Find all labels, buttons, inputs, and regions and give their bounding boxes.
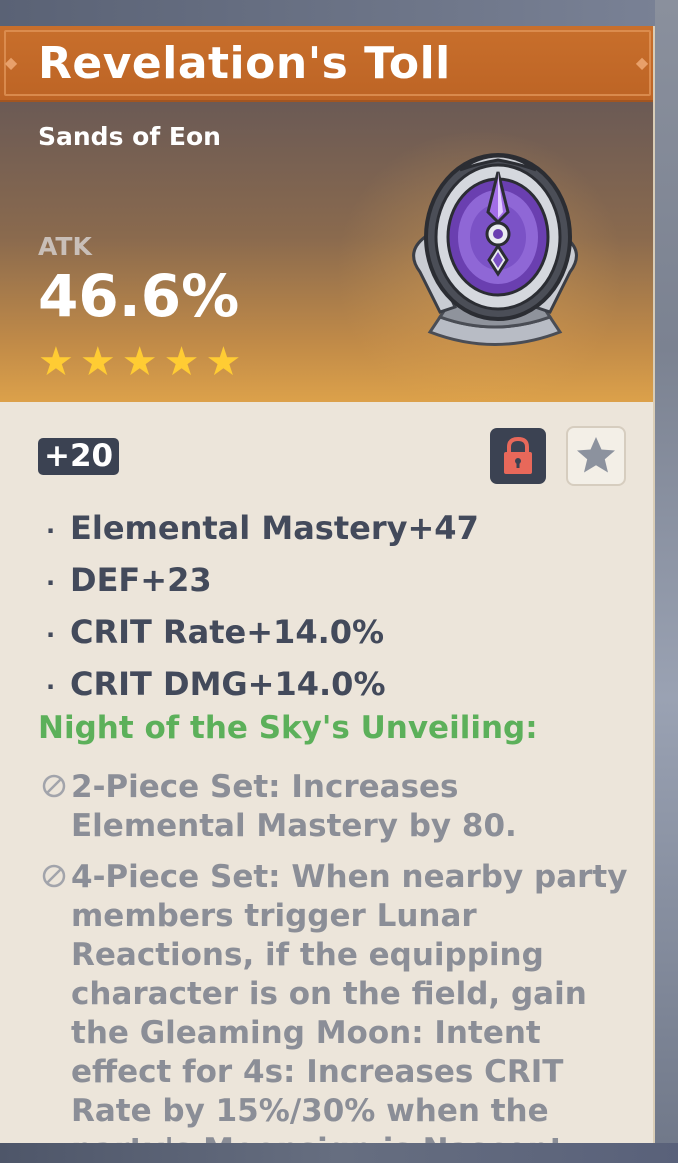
- artifact-body: +20 · Elemental Mastery+47 · DEF+23 · CRIT …: [0, 402, 653, 1143]
- substat-text: Elemental Mastery+47: [70, 509, 479, 547]
- substat-item: · DEF+23: [46, 561, 212, 599]
- star-outline-icon: [577, 437, 615, 473]
- favorite-button[interactable]: [566, 426, 626, 486]
- substat-item: · CRIT Rate+14.0%: [46, 613, 385, 651]
- background-right: [655, 0, 678, 1163]
- substat-item: · Elemental Mastery+47: [46, 509, 479, 547]
- star-icon: ★: [163, 339, 200, 385]
- artifact-name: Revelation's Toll: [38, 38, 451, 89]
- substat-text: CRIT DMG+14.0%: [70, 665, 386, 703]
- ornament-left-icon: ◆: [4, 53, 18, 72]
- main-stat-label: ATK: [38, 232, 92, 261]
- star-icon: ★: [79, 339, 116, 385]
- set-effect-4pc: 4-Piece Set: When nearby party members t…: [40, 858, 630, 1143]
- star-icon: ★: [205, 339, 242, 385]
- inactive-icon: [42, 864, 66, 888]
- star-icon: ★: [38, 339, 74, 385]
- set-effect-2pc: 2-Piece Set: Increases Elemental Mastery…: [40, 768, 630, 846]
- substat-text: CRIT Rate+14.0%: [70, 613, 385, 651]
- substat-item: · CRIT DMG+14.0%: [46, 665, 386, 703]
- rarity-stars: ★ ★ ★ ★ ★: [38, 342, 241, 382]
- hourglass-artifact-icon: [412, 153, 578, 346]
- substat-list: · Elemental Mastery+47 · DEF+23 · CRIT Rate…: [46, 502, 479, 710]
- set-name: Night of the Sky's Unveiling:: [38, 710, 538, 746]
- level-badge: +20: [38, 438, 120, 475]
- substat-text: DEF+23: [70, 561, 212, 599]
- ornament-right-icon: ◆: [635, 53, 649, 72]
- star-icon: ★: [121, 339, 158, 385]
- background-bottom: [0, 1143, 678, 1163]
- set-effect-text: 4-Piece Set: When nearby party members t…: [71, 859, 628, 1143]
- main-stat-value: 46.6%: [38, 262, 240, 330]
- artifact-detail-card: ◆ ◆ Revelation's Toll Sands of Eon ATK 4…: [0, 26, 655, 1143]
- set-effect-text: 2-Piece Set: Increases Elemental Mastery…: [71, 769, 517, 844]
- title-bar: ◆ ◆ Revelation's Toll: [0, 26, 653, 102]
- artifact-slot: Sands of Eon: [38, 122, 221, 151]
- lock-icon: [504, 436, 532, 474]
- artifact-header: Sands of Eon ATK 46.6% ★ ★ ★ ★ ★: [0, 102, 653, 412]
- inactive-icon: [42, 774, 66, 798]
- lock-button[interactable]: [490, 428, 546, 484]
